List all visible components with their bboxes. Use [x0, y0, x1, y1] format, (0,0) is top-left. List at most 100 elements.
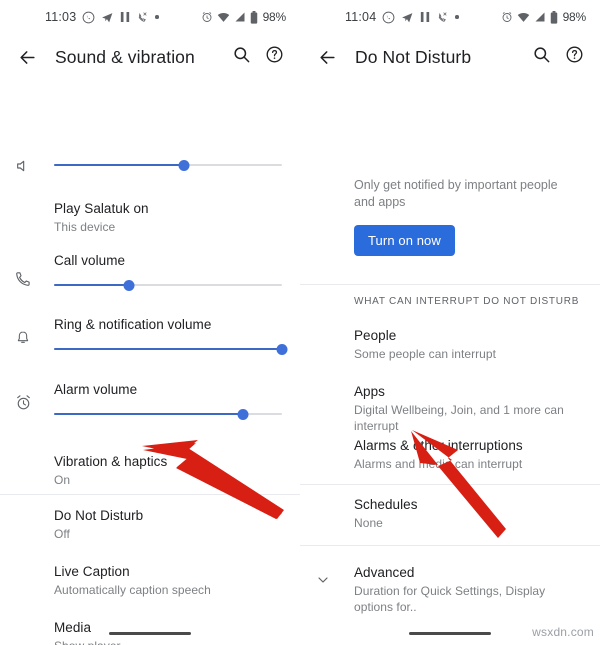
list-item-play-salatuk[interactable]: Play Salatuk on This device — [0, 200, 300, 235]
section-divider — [300, 545, 600, 546]
slider-thumb[interactable] — [178, 159, 190, 171]
list-item-advanced[interactable]: Advanced Duration for Quick Settings, Di… — [300, 564, 600, 615]
item-subtitle: Alarms and media can interrupt — [354, 457, 523, 471]
section-divider — [300, 484, 600, 485]
status-time: 11:03 — [45, 10, 77, 24]
app-bar: Do Not Disturb — [300, 34, 600, 80]
back-arrow-icon[interactable] — [12, 48, 42, 67]
whatsapp-icon — [82, 11, 95, 24]
left-phone-screen: 11:03 98% Sound & vibration Play Salatuk… — [0, 0, 300, 645]
call-volume-slider[interactable] — [0, 278, 300, 292]
item-title: Ring & notification volume — [54, 317, 212, 332]
watermark: wsxdn.com — [532, 625, 594, 639]
item-title: Apps — [354, 384, 385, 399]
battery-icon — [550, 10, 558, 24]
alarm-volume-slider[interactable] — [0, 407, 300, 421]
status-bar-right: 98% — [501, 10, 586, 24]
turn-on-now-button[interactable]: Turn on now — [354, 225, 455, 256]
status-bar: 11:03 98% — [0, 0, 300, 34]
slider-fill — [54, 412, 244, 416]
list-item-schedules[interactable]: Schedules None — [300, 496, 600, 531]
missed-call-icon — [136, 11, 149, 24]
list-item-alarms-other-interruptions[interactable]: Alarms & other interruptions Alarms and … — [300, 437, 600, 472]
battery-percent: 98% — [262, 10, 287, 24]
section-divider — [300, 284, 600, 285]
status-bar-left: 11:04 — [345, 10, 459, 24]
app-bar: Sound & vibration — [0, 34, 300, 80]
item-subtitle: This device — [54, 220, 116, 234]
item-subtitle: On — [54, 473, 71, 487]
list-item-do-not-disturb[interactable]: Do Not Disturb Off — [0, 507, 300, 542]
item-title: Live Caption — [54, 564, 130, 579]
pause-icon — [120, 11, 130, 23]
page-title: Sound & vibration — [55, 46, 195, 67]
home-indicator[interactable] — [109, 632, 191, 635]
slider-track[interactable] — [54, 278, 282, 292]
item-subtitle: Off — [54, 527, 70, 541]
item-title: Schedules — [354, 497, 418, 512]
slider-thumb[interactable] — [276, 343, 288, 355]
help-icon[interactable] — [565, 45, 584, 69]
item-title: Call volume — [54, 253, 126, 268]
ring-volume-label: Ring & notification volume — [0, 316, 300, 334]
whatsapp-icon — [382, 11, 395, 24]
status-bar: 11:04 98% — [300, 0, 600, 34]
slider-fill — [54, 347, 282, 351]
pause-icon — [420, 11, 430, 23]
alarm-icon — [201, 11, 213, 23]
item-subtitle: None — [354, 516, 383, 530]
dot-icon — [155, 15, 159, 19]
search-icon[interactable] — [532, 45, 551, 69]
home-indicator[interactable] — [409, 632, 491, 635]
item-title: People — [354, 328, 397, 343]
slider-track[interactable] — [54, 158, 282, 172]
list-item-live-caption[interactable]: Live Caption Automatically caption speec… — [0, 563, 300, 598]
battery-icon — [250, 10, 258, 24]
list-item-apps[interactable]: Apps Digital Wellbeing, Join, and 1 more… — [300, 383, 600, 434]
status-time: 11:04 — [345, 10, 377, 24]
app-bar-actions — [532, 45, 588, 69]
item-title: Vibration & haptics — [54, 454, 168, 469]
item-subtitle: Some people can interrupt — [354, 347, 497, 361]
wifi-icon — [217, 11, 230, 24]
item-title: Alarms & other interruptions — [354, 438, 523, 453]
battery-percent: 98% — [562, 10, 587, 24]
alarm-volume-label: Alarm volume — [0, 381, 300, 399]
slider-thumb[interactable] — [237, 408, 249, 420]
item-subtitle: Duration for Quick Settings, Display opt… — [354, 584, 546, 614]
item-subtitle: Show player — [54, 638, 282, 645]
signal-icon — [234, 11, 246, 23]
item-subtitle: Digital Wellbeing, Join, and 1 more can … — [354, 403, 564, 433]
dual-screenshot: 11:03 98% Sound & vibration Play Salatuk… — [0, 0, 600, 645]
app-bar-actions — [232, 45, 288, 69]
slider-track[interactable] — [54, 342, 288, 356]
item-title: Play Salatuk on — [54, 201, 149, 216]
status-bar-left: 11:03 — [45, 10, 159, 24]
status-bar-right: 98% — [201, 10, 286, 24]
slider-fill — [54, 283, 130, 287]
slider-thumb[interactable] — [123, 279, 135, 291]
slider-track[interactable] — [54, 407, 282, 421]
slider-fill — [54, 163, 184, 167]
page-title: Do Not Disturb — [355, 46, 472, 67]
telegram-icon — [101, 11, 114, 24]
dnd-description: Only get notified by important people an… — [354, 178, 558, 209]
help-icon[interactable] — [265, 45, 284, 69]
item-title: Alarm volume — [54, 382, 138, 397]
section-header-interruptions: What can interrupt Do Not Disturb — [354, 296, 580, 307]
item-subtitle: Automatically caption speech — [54, 583, 211, 597]
item-title: Do Not Disturb — [54, 508, 144, 523]
section-divider — [0, 494, 300, 495]
back-arrow-icon[interactable] — [312, 48, 342, 67]
dot-icon — [455, 15, 459, 19]
media-volume-slider[interactable] — [0, 158, 300, 172]
right-phone-screen: 11:04 98% Do Not Disturb Only get notifi… — [300, 0, 600, 645]
list-item-vibration-haptics[interactable]: Vibration & haptics On — [0, 453, 300, 488]
search-icon[interactable] — [232, 45, 251, 69]
item-title: Advanced — [354, 565, 415, 580]
call-volume-label: Call volume — [0, 252, 300, 270]
list-item-people[interactable]: People Some people can interrupt — [300, 327, 600, 362]
ring-notification-volume-slider[interactable] — [0, 342, 300, 356]
signal-icon — [534, 11, 546, 23]
missed-call-icon — [436, 11, 449, 24]
